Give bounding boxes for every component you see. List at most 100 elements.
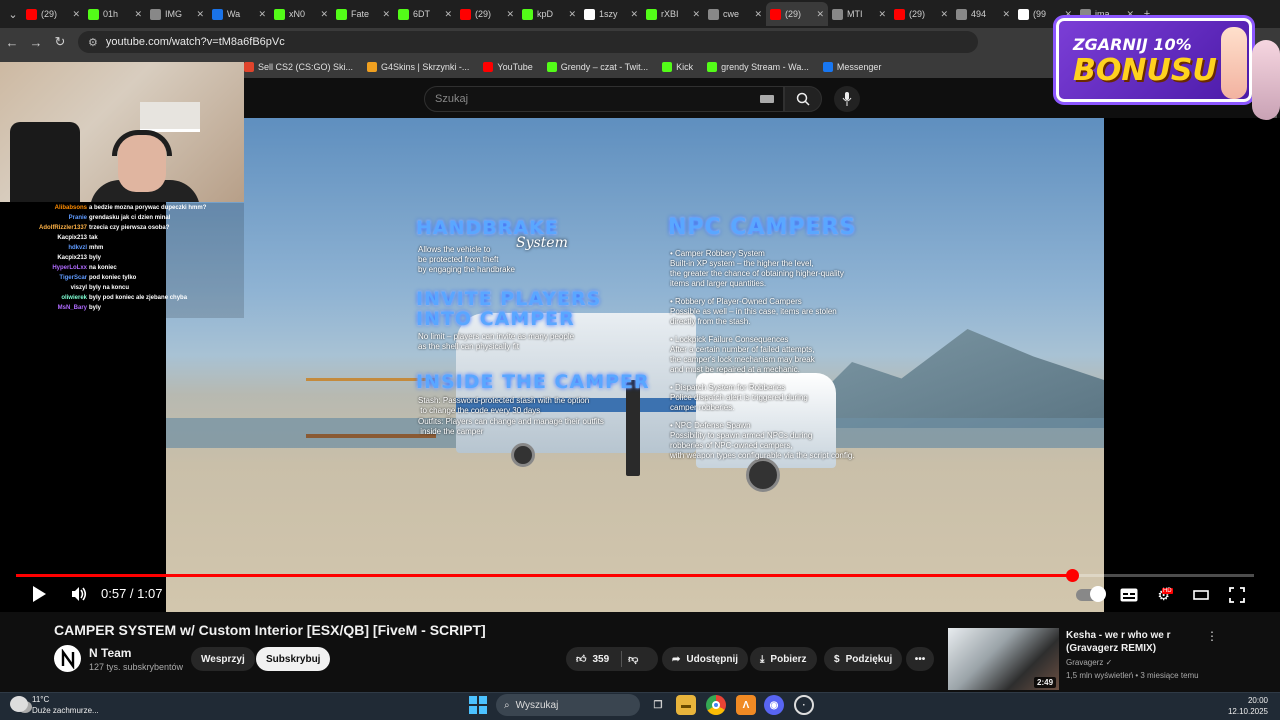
tab-label: (29) bbox=[909, 9, 926, 19]
chrome-icon[interactable] bbox=[706, 695, 726, 715]
bookmark-item[interactable]: G4Skins | Skrzynki -... bbox=[367, 62, 469, 72]
site-info-icon[interactable]: ⚙ bbox=[88, 36, 98, 49]
close-tab-icon[interactable]: ✕ bbox=[320, 9, 328, 20]
handbrake-body: Allows the vehicle to be protected from … bbox=[418, 245, 515, 274]
close-tab-icon[interactable]: ✕ bbox=[506, 9, 514, 20]
search-button[interactable] bbox=[784, 86, 822, 112]
search-input[interactable]: Szukaj bbox=[424, 86, 784, 112]
browser-tab[interactable]: (29) ✕ bbox=[456, 2, 518, 26]
close-tab-icon[interactable]: ✕ bbox=[1002, 9, 1010, 20]
browser-tab[interactable]: kpD ✕ bbox=[518, 2, 580, 26]
close-tab-icon[interactable]: ✕ bbox=[630, 9, 638, 20]
time-display: 0:57 / 1:07 bbox=[101, 586, 162, 601]
task-view-icon[interactable]: ❐ bbox=[648, 695, 668, 715]
recommended-more-icon[interactable]: ⋮ bbox=[1206, 629, 1218, 643]
browser-tab[interactable]: (29) ✕ bbox=[22, 2, 84, 26]
browser-tab[interactable]: cwe ✕ bbox=[704, 2, 766, 26]
share-button[interactable]: ➦ Udostępnij bbox=[662, 647, 749, 671]
more-actions-button[interactable]: ••• bbox=[906, 647, 934, 671]
like-button[interactable]: 👍︎ 359 bbox=[576, 653, 609, 666]
close-tab-icon[interactable]: ✕ bbox=[692, 9, 700, 20]
volume-icon bbox=[72, 587, 87, 601]
close-tab-icon[interactable]: ✕ bbox=[878, 9, 886, 20]
windows-start-icon[interactable] bbox=[469, 696, 487, 714]
play-button[interactable] bbox=[30, 585, 50, 605]
bookmark-item[interactable]: Kick bbox=[662, 62, 693, 72]
progress-scrubber[interactable] bbox=[1066, 569, 1079, 582]
duration: 1:07 bbox=[137, 586, 163, 601]
weather-widget[interactable]: 11°C Duże zachmurze... bbox=[8, 694, 99, 716]
channel-name[interactable]: N Team bbox=[89, 646, 131, 660]
reload-button[interactable]: ↻ bbox=[48, 34, 72, 50]
bookmark-item[interactable]: YouTube bbox=[483, 62, 533, 72]
taskbar-search[interactable]: ⌕ Wyszukaj bbox=[496, 694, 640, 716]
url-field[interactable]: ⚙ youtube.com/watch?v=tM8a6fB6pVc bbox=[78, 31, 978, 53]
close-tab-icon[interactable]: ✕ bbox=[568, 9, 576, 20]
theater-mode-button[interactable] bbox=[1190, 586, 1212, 604]
settings-button[interactable]: ⚙ HD bbox=[1154, 586, 1176, 604]
subscribe-button[interactable]: Subskrybuj bbox=[256, 647, 331, 671]
autoplay-toggle[interactable] bbox=[1076, 586, 1106, 602]
subtitles-button[interactable] bbox=[1118, 586, 1140, 604]
close-tab-icon[interactable]: ✕ bbox=[444, 9, 452, 20]
chat-message: hdkvzl mhm bbox=[0, 243, 244, 253]
bookmark-item[interactable]: Grendy – czat - Twit... bbox=[546, 62, 648, 72]
thanks-button[interactable]: $ Podziękuj bbox=[824, 647, 903, 671]
browser-tab[interactable]: Wa ✕ bbox=[208, 2, 270, 26]
browser-tab[interactable]: rXBI ✕ bbox=[642, 2, 704, 26]
bookmark-item[interactable]: Messenger bbox=[822, 62, 882, 72]
taskbar-clock[interactable]: 20:00 12.10.2025 bbox=[1224, 695, 1268, 717]
browser-tab[interactable]: 1szy ✕ bbox=[580, 2, 642, 26]
dislike-button[interactable]: 👎︎ bbox=[628, 653, 638, 665]
discord-icon[interactable]: ◉ bbox=[764, 695, 784, 715]
close-tab-icon[interactable]: ✕ bbox=[816, 9, 824, 20]
npc-feature-head: • Robbery of Player-Owned Campers bbox=[670, 297, 802, 306]
app-icon-circle[interactable]: · bbox=[794, 695, 814, 715]
volume-button[interactable] bbox=[70, 585, 90, 605]
download-button[interactable]: ⤓ Pobierz bbox=[750, 647, 817, 671]
fullscreen-button[interactable] bbox=[1226, 586, 1248, 604]
bookmark-label: G4Skins | Skrzynki -... bbox=[381, 62, 470, 72]
forward-button[interactable]: → bbox=[24, 35, 48, 50]
tab-label: xN0 bbox=[289, 9, 306, 19]
app-icon-orange[interactable]: Λ bbox=[736, 695, 756, 715]
close-tab-icon[interactable]: ✕ bbox=[382, 9, 390, 20]
back-button[interactable]: ← bbox=[0, 35, 24, 50]
support-button[interactable]: Wesprzyj bbox=[191, 647, 255, 671]
video-frame[interactable]: HANDBRAKE System Allows the vehicle to b… bbox=[166, 118, 1104, 612]
fullscreen-icon bbox=[1229, 587, 1245, 603]
close-tab-icon[interactable]: ✕ bbox=[940, 9, 948, 20]
bookmark-item[interactable]: grendy Stream - Wa... bbox=[707, 62, 809, 72]
recommended-video-channel[interactable]: Gravagerz ✓ bbox=[1066, 658, 1112, 667]
tab-list-button[interactable]: ⌄ bbox=[4, 5, 22, 23]
browser-tab[interactable]: 01h ✕ bbox=[84, 2, 146, 26]
browser-tab[interactable]: MTI ✕ bbox=[828, 2, 890, 26]
browser-tab[interactable]: IMG ✕ bbox=[146, 2, 208, 26]
close-tab-icon[interactable]: ✕ bbox=[754, 9, 762, 20]
right-controls: ⚙ HD bbox=[1076, 584, 1248, 606]
channel-logo-icon bbox=[61, 648, 74, 669]
channel-avatar[interactable] bbox=[54, 645, 81, 672]
close-tab-icon[interactable]: ✕ bbox=[72, 9, 80, 20]
tab-label: kpD bbox=[537, 9, 554, 19]
chat-username: Alibabsons bbox=[54, 205, 87, 211]
npc-feature-body: Built-in XP system – the higher the leve… bbox=[670, 259, 844, 288]
bookmark-item[interactable]: Sell CS2 (CS:GO) Ski... bbox=[244, 62, 353, 72]
browser-tab[interactable]: 6DT ✕ bbox=[394, 2, 456, 26]
file-explorer-icon[interactable]: ▬ bbox=[676, 695, 696, 715]
thumbs-up-icon: 👍︎ bbox=[576, 654, 587, 665]
close-tab-icon[interactable]: ✕ bbox=[196, 9, 204, 20]
npc-feature-item: • Lockpick Failure Consequences After a c… bbox=[670, 335, 930, 375]
close-tab-icon[interactable]: ✕ bbox=[134, 9, 142, 20]
chat-message: TigerScar pod koniec tylko bbox=[0, 273, 244, 283]
browser-tab[interactable]: (29) ✕ bbox=[890, 2, 952, 26]
voice-search-button[interactable] bbox=[834, 86, 860, 112]
browser-tab[interactable]: 494 ✕ bbox=[952, 2, 1014, 26]
bookmark-label: Messenger bbox=[836, 62, 882, 72]
keyboard-icon[interactable] bbox=[760, 95, 774, 103]
browser-tab[interactable]: (29) ✕ bbox=[766, 2, 828, 26]
recommended-video-title[interactable]: Kesha - we r who we r (Gravagerz REMIX) bbox=[1066, 629, 1196, 655]
close-tab-icon[interactable]: ✕ bbox=[258, 9, 266, 20]
browser-tab[interactable]: xN0 ✕ bbox=[270, 2, 332, 26]
browser-tab[interactable]: Fate ✕ bbox=[332, 2, 394, 26]
